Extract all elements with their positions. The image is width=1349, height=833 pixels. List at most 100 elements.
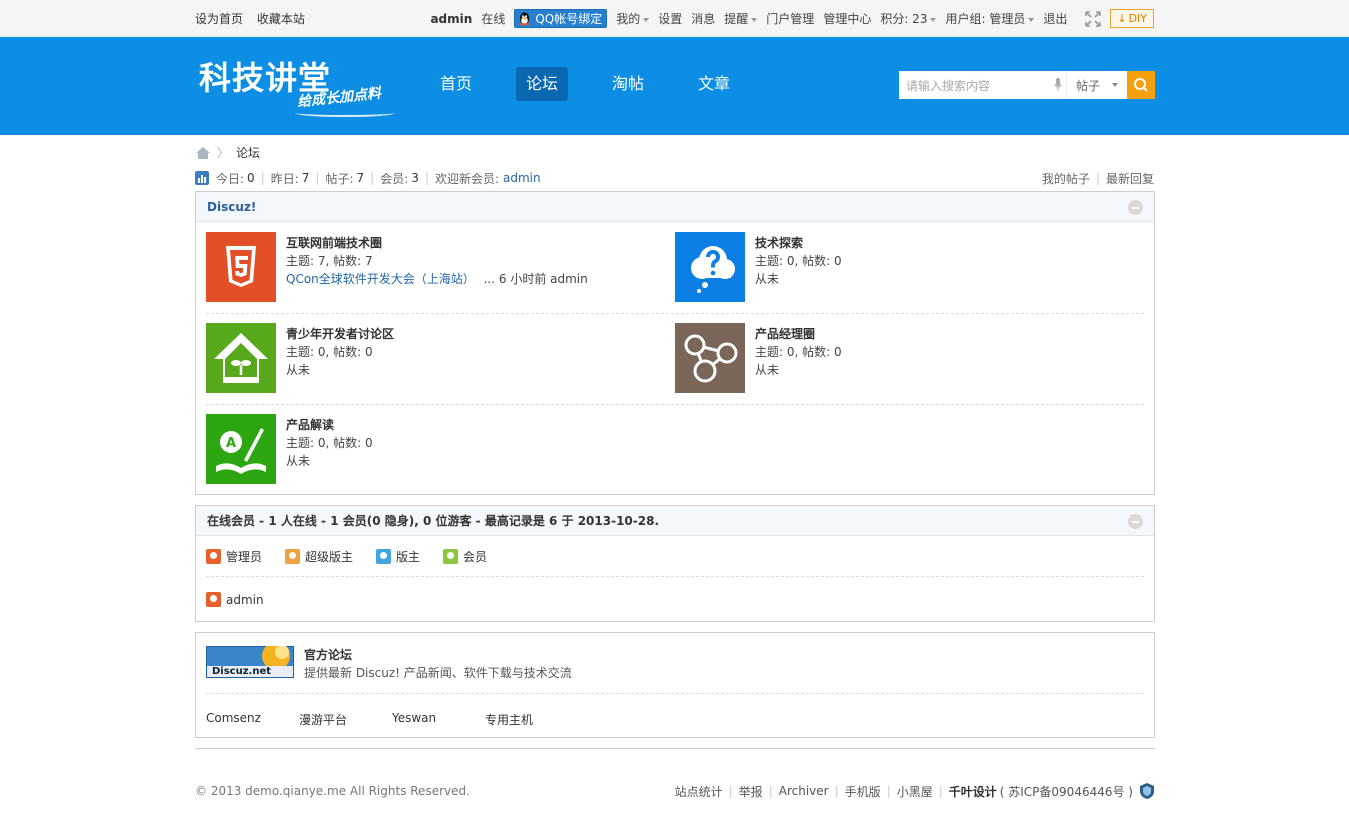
forum-name[interactable]: 技术探索 <box>755 234 803 251</box>
set-homepage-link[interactable]: 设为首页 <box>195 12 243 26</box>
settings-link[interactable]: 设置 <box>658 10 682 27</box>
forum-name[interactable]: 青少年开发者讨论区 <box>286 325 394 342</box>
search-placeholder: 请输入搜索内容 <box>906 78 991 93</box>
footer-links: 站点统计 | 举报 | Archiver | 手机版 | 小黑屋 | 千叶设计 … <box>675 782 1155 800</box>
legend-admin: 管理员 <box>206 548 262 565</box>
share-nodes-icon[interactable] <box>675 323 745 393</box>
admin-center-link[interactable]: 管理中心 <box>823 10 871 27</box>
arrow-down-icon: ↓ <box>1117 12 1127 25</box>
text-link-manyou[interactable]: 漫游平台 <box>299 711 392 728</box>
fullscreen-icon[interactable] <box>1085 10 1102 27</box>
featured-link-title[interactable]: 官方论坛 <box>304 646 352 663</box>
html5-icon[interactable] <box>206 232 276 302</box>
user-member-icon <box>443 549 459 564</box>
my-menu-label: 我的 <box>616 12 641 26</box>
category-header: Discuz! <box>196 192 1154 222</box>
online-members-box: 在线会员 - 1 人在线 - 1 会员(0 隐身), 0 位游客 - 最高记录是… <box>195 505 1155 622</box>
online-status[interactable]: 在线 <box>481 10 505 27</box>
collapse-icon[interactable] <box>1128 200 1143 215</box>
portal-manage-link[interactable]: 门户管理 <box>766 10 814 27</box>
my-posts-link[interactable]: 我的帖子 <box>1042 170 1090 187</box>
forum-name[interactable]: 产品解读 <box>286 416 334 433</box>
forum-category-box: Discuz! 互联网前端技术圈 主题: 7, 帖数: 7 QCon全球软件开发… <box>195 191 1155 495</box>
reminders-label: 提醒 <box>724 12 749 26</box>
top-bar: 设为首页 收藏本站 admin 在线 QQ帐号绑定 我的 设置 消息 提醒 门户… <box>0 0 1349 37</box>
nav-forum[interactable]: 论坛 <box>516 67 568 101</box>
nav-articles[interactable]: 文章 <box>688 67 740 101</box>
diy-label: DIY <box>1128 12 1147 25</box>
book-pen-icon[interactable]: A <box>206 414 276 484</box>
footer-link-stats[interactable]: 站点统计 <box>675 783 723 800</box>
forum-last-post: QCon全球软件开发大会（上海站） ... 6 小时前 admin <box>286 270 588 287</box>
online-user[interactable]: admin <box>206 592 264 607</box>
collapse-icon[interactable] <box>1128 514 1143 529</box>
search-type-value: 帖子 <box>1076 78 1101 93</box>
online-user-name: admin <box>226 592 264 607</box>
legend-label: 会员 <box>463 550 488 564</box>
today-label: 今日: <box>216 171 245 186</box>
qq-bind-label: QQ帐号绑定 <box>535 12 603 26</box>
search-bar: 请输入搜索内容 帖子 <box>899 71 1155 99</box>
online-user-list: admin <box>206 592 287 607</box>
footer-link-blacklist[interactable]: 小黑屋 <box>897 783 933 800</box>
svg-text:A: A <box>226 436 236 451</box>
forum-last-post: 从未 <box>286 454 311 468</box>
chevron-down-icon <box>930 17 937 22</box>
username-link[interactable]: admin <box>430 12 472 26</box>
last-post-meta[interactable]: ... 6 小时前 admin <box>484 272 588 286</box>
breadcrumb-current[interactable]: 论坛 <box>236 144 260 161</box>
forum-item: 互联网前端技术圈 主题: 7, 帖数: 7 QCon全球软件开发大会（上海站） … <box>206 232 666 302</box>
my-menu[interactable]: 我的 <box>616 10 650 27</box>
bookmark-link[interactable]: 收藏本站 <box>257 12 305 26</box>
latest-replies-link[interactable]: 最新回复 <box>1106 170 1154 187</box>
house-sprout-icon[interactable] <box>206 323 276 393</box>
home-icon[interactable] <box>195 146 211 160</box>
legend-label: 版主 <box>396 550 421 564</box>
forum-name[interactable]: 互联网前端技术圈 <box>286 234 382 251</box>
footer-icp-link[interactable]: ( 苏ICP备09046446号 ) <box>1000 783 1133 800</box>
forum-stats-text: 主题: 0, 帖数: 0 <box>755 345 842 359</box>
bar-chart-icon <box>195 171 209 185</box>
qq-bind-button[interactable]: QQ帐号绑定 <box>514 9 608 28</box>
forum-name[interactable]: 产品经理圈 <box>755 325 815 342</box>
site-logo[interactable]: 科技讲堂 给成长加点料 <box>199 53 395 117</box>
text-link-hosting[interactable]: 专用主机 <box>485 711 578 728</box>
members-label: 会员: <box>380 171 409 186</box>
usergroup-label: 用户组: 管理员 <box>945 12 1026 26</box>
question-cloud-icon[interactable] <box>675 232 745 302</box>
user-moderator-icon <box>376 549 392 564</box>
diy-button[interactable]: ↓ DIY <box>1110 9 1154 28</box>
footer-link-archiver[interactable]: Archiver <box>779 784 829 798</box>
legend-label: 超级版主 <box>305 550 354 564</box>
reminders-menu[interactable]: 提醒 <box>724 10 758 27</box>
footer-link-mobile[interactable]: 手机版 <box>845 783 881 800</box>
nav-collections[interactable]: 淘帖 <box>602 67 654 101</box>
search-button[interactable] <box>1127 71 1155 99</box>
search-type-select[interactable]: 帖子 <box>1067 71 1127 99</box>
last-post-title-link[interactable]: QCon全球软件开发大会（上海站） <box>286 272 475 286</box>
newest-member-link[interactable]: admin <box>503 171 541 185</box>
text-link-yeswan[interactable]: Yeswan <box>392 711 485 728</box>
footer-link-report[interactable]: 举报 <box>739 783 763 800</box>
breadcrumb-separator: 〉 <box>217 146 230 160</box>
nav-home[interactable]: 首页 <box>430 67 482 101</box>
forum-stats: 今日: 0 | 昨日: 7 | 帖子: 7 | 会员: 3 | 欢迎新会员: admin… <box>195 169 1154 187</box>
text-link-comsenz[interactable]: Comsenz <box>206 711 299 728</box>
discuz-net-logo[interactable]: Discuz.net <box>206 642 294 678</box>
search-input[interactable]: 请输入搜索内容 <box>899 71 1067 99</box>
usergroup-menu[interactable]: 用户组: 管理员 <box>945 10 1035 27</box>
category-title[interactable]: Discuz! <box>207 200 256 214</box>
members-count: 3 <box>411 171 419 185</box>
messages-link[interactable]: 消息 <box>691 10 715 27</box>
logout-link[interactable]: 退出 <box>1043 10 1067 27</box>
security-shield-icon[interactable] <box>1139 782 1155 800</box>
chevron-down-icon <box>1112 83 1119 87</box>
credits-menu[interactable]: 积分: 23 <box>880 10 937 27</box>
online-title[interactable]: 在线会员 - 1 人在线 - 1 会员(0 隐身), 0 位游客 - 最高记录是… <box>207 512 659 529</box>
footer-designer-link[interactable]: 千叶设计 <box>949 783 997 800</box>
chevron-down-icon <box>643 17 650 22</box>
yesterday-label: 昨日: <box>270 171 299 186</box>
chevron-down-icon <box>1028 17 1035 22</box>
microphone-icon[interactable] <box>1054 78 1062 92</box>
today-count: 0 <box>247 171 255 185</box>
